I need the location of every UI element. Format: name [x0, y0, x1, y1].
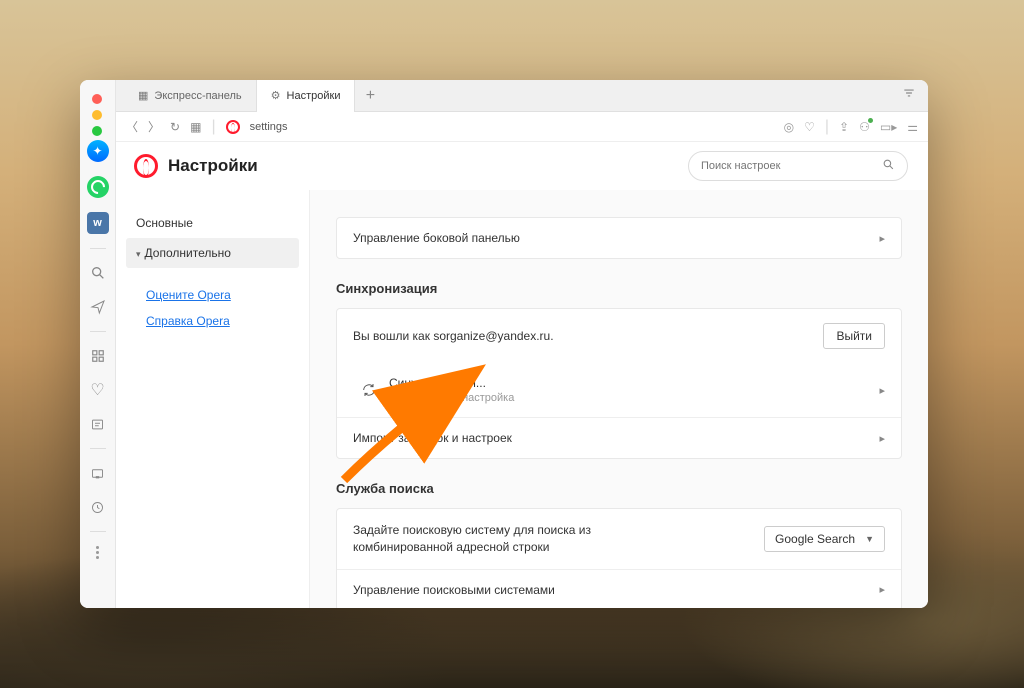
maximize-window[interactable] — [92, 126, 102, 136]
sidebar-mgmt-row[interactable]: Управление боковой панелью ▸ — [337, 218, 901, 258]
nav-advanced[interactable]: ▾Дополнительно — [126, 238, 299, 268]
history-icon[interactable] — [88, 497, 108, 517]
section-search: Служба поиска — [336, 481, 902, 496]
search-icon[interactable] — [88, 263, 108, 283]
messenger-icon[interactable]: ✦ — [87, 140, 109, 162]
forward-button[interactable]: 〉 — [148, 118, 160, 135]
separator — [90, 531, 106, 532]
app-sidebar: ✦ w ♡ — [80, 80, 116, 608]
tab-express[interactable]: ▦ Экспресс-панель — [124, 80, 257, 112]
tab-bar: ▦ Экспресс-панель ⚙ Настройки + — [116, 80, 928, 112]
news-icon[interactable] — [88, 414, 108, 434]
address-text[interactable]: settings — [250, 121, 288, 133]
settings-body: Основные ▾Дополнительно Оцените Opera Сп… — [116, 190, 928, 608]
caret-down-icon: ▾ — [136, 249, 141, 260]
search-card: Задайте поисковую систему для поиска из … — [336, 508, 902, 608]
close-window[interactable] — [92, 94, 102, 104]
import-row[interactable]: Импорт закладок и настроек ▸ — [337, 417, 901, 458]
settings-search[interactable] — [688, 151, 908, 181]
reload-button[interactable]: ↻ — [170, 120, 180, 134]
signout-button[interactable]: Выйти — [823, 323, 885, 349]
search-icon — [882, 158, 895, 174]
speed-dial-icon[interactable] — [88, 346, 108, 366]
send-icon[interactable] — [88, 297, 108, 317]
speed-dial-button[interactable]: ▦ — [190, 120, 201, 134]
chevron-right-icon: ▸ — [879, 232, 885, 245]
browser-window: ✦ w ♡ ▦ Экспресс-панель — [80, 80, 928, 608]
sync-row[interactable]: Синхронизация... Расширенная настройка ▸ — [337, 363, 901, 417]
sync-card: Вы вошли как sorganize@yandex.ru. Выйти … — [336, 308, 902, 459]
search-engine-select[interactable]: Google Search ▼ — [764, 526, 885, 552]
opera-icon — [226, 120, 240, 134]
battery-icon[interactable]: ▭▸ — [880, 120, 897, 134]
chevron-right-icon: ▸ — [879, 583, 885, 596]
back-button[interactable]: 〈 — [126, 118, 138, 135]
separator — [90, 448, 106, 449]
share-icon[interactable]: ⇪ — [839, 120, 849, 134]
more-icon[interactable] — [96, 546, 99, 559]
whatsapp-icon[interactable] — [87, 176, 109, 198]
tab-label: Экспресс-панель — [154, 90, 241, 102]
main-area: ▦ Экспресс-панель ⚙ Настройки + 〈 〉 ↻ ▦ … — [116, 80, 928, 608]
chevron-right-icon: ▸ — [879, 432, 885, 445]
section-sync: Синхронизация — [336, 281, 902, 296]
tab-settings[interactable]: ⚙ Настройки — [257, 80, 356, 112]
window-controls — [92, 94, 102, 136]
separator — [90, 248, 106, 249]
chevron-right-icon: ▸ — [879, 384, 885, 397]
nav-rate-link[interactable]: Оцените Opera — [126, 282, 299, 308]
separator — [90, 331, 106, 332]
opera-logo — [134, 154, 158, 178]
caret-down-icon: ▼ — [865, 534, 874, 544]
tab-label: Настройки — [287, 90, 341, 102]
profile-icon[interactable]: ⚇ — [859, 120, 870, 134]
easy-setup-icon[interactable]: ⚌ — [907, 120, 918, 134]
new-tab-button[interactable]: + — [355, 87, 385, 105]
tab-menu-icon[interactable] — [902, 86, 916, 105]
bookmark-icon[interactable]: ♡ — [804, 120, 815, 134]
sidebar-card: Управление боковой панелью ▸ — [336, 217, 902, 259]
page-title: Настройки — [168, 156, 258, 176]
nav-help-link[interactable]: Справка Opera — [126, 308, 299, 334]
vk-icon[interactable]: w — [87, 212, 109, 234]
signed-in-row: Вы вошли как sorganize@yandex.ru. Выйти — [337, 309, 901, 363]
heart-icon[interactable]: ♡ — [88, 380, 108, 400]
grid-icon: ▦ — [138, 89, 148, 102]
search-input[interactable] — [701, 160, 882, 172]
downloads-icon[interactable] — [88, 463, 108, 483]
search-engine-row: Задайте поисковую систему для поиска из … — [337, 509, 901, 569]
settings-panel[interactable]: _ Управление боковой панелью ▸ Синхрониз… — [310, 190, 928, 608]
address-bar: 〈 〉 ↻ ▦ | settings ◎ ♡ | ⇪ ⚇ ▭▸ ⚌ — [116, 112, 928, 142]
settings-header: Настройки — [116, 142, 928, 190]
snapshot-icon[interactable]: ◎ — [784, 120, 794, 134]
gear-icon: ⚙ — [271, 89, 281, 102]
nav-basic[interactable]: Основные — [126, 208, 299, 238]
search-mgmt-row[interactable]: Управление поисковыми системами ▸ — [337, 569, 901, 608]
minimize-window[interactable] — [92, 110, 102, 120]
sync-icon — [361, 382, 377, 398]
settings-nav: Основные ▾Дополнительно Оцените Opera Сп… — [116, 190, 310, 608]
